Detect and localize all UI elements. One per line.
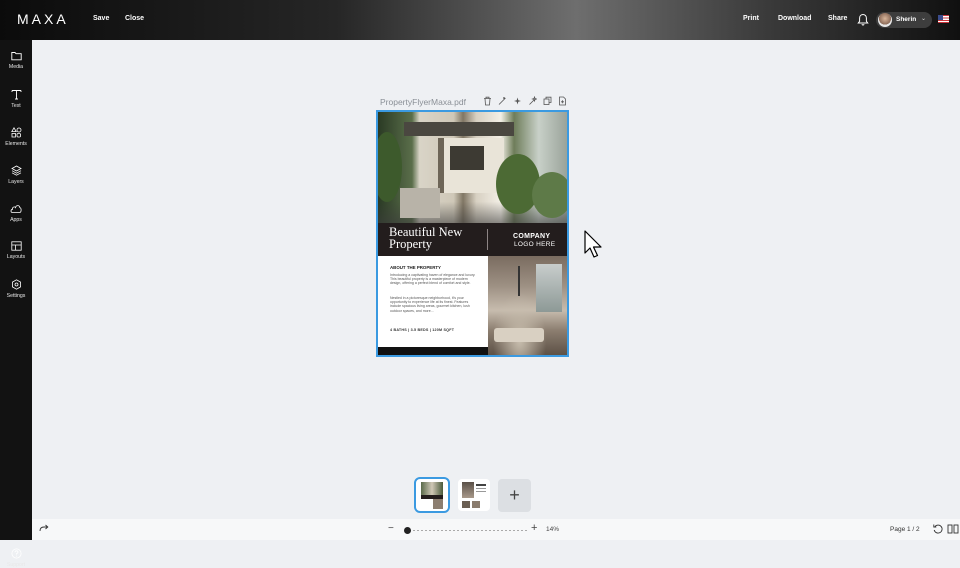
add-page-button[interactable]: + — [498, 479, 531, 512]
logo-placeholder[interactable]: LOGO HERE — [514, 241, 555, 248]
support-label: Support — [6, 562, 26, 568]
footer-bar — [378, 347, 488, 355]
us-flag-icon[interactable] — [938, 15, 949, 23]
tree — [532, 172, 567, 218]
tree — [378, 132, 402, 202]
save-button[interactable]: Save — [93, 15, 109, 22]
sidebar-item-media[interactable]: Media — [0, 51, 32, 85]
thumb-photo — [462, 501, 470, 508]
property-stats[interactable]: 4 BATHS | 3.5 BEDS | 120M SQFT — [390, 328, 486, 332]
sidebar-item-label: Elements — [5, 141, 27, 147]
shapes-icon — [10, 127, 21, 138]
thumb-text — [476, 484, 486, 486]
text-icon — [11, 90, 21, 100]
share-button[interactable]: Share — [828, 15, 847, 22]
house-photo[interactable] — [378, 112, 567, 224]
layouts-icon — [10, 241, 22, 251]
house-garage — [400, 188, 440, 218]
thumb-photo — [472, 501, 480, 508]
add-page-icon[interactable] — [558, 96, 567, 106]
chevron-down-icon: ⌄ — [921, 16, 927, 22]
duplicate-icon[interactable] — [543, 96, 552, 106]
sidebar-item-label: Layouts — [6, 254, 26, 260]
company-name[interactable]: COMPANY — [513, 233, 550, 240]
close-button[interactable]: Close — [125, 15, 144, 22]
about-heading[interactable]: ABOUT THE PROPERTY — [390, 265, 441, 270]
house-window — [450, 146, 484, 170]
page-thumbnail-2[interactable] — [458, 479, 490, 511]
help-icon — [11, 548, 21, 559]
interior-photo[interactable] — [488, 256, 567, 355]
zoom-out-button[interactable]: − — [388, 523, 394, 534]
app-logo[interactable]: MAXA — [17, 11, 69, 27]
thumb-text — [476, 488, 486, 489]
left-sidebar: Media Text Elements Layers Apps Layouts … — [0, 40, 32, 568]
sidebar-item-text[interactable]: Text — [0, 89, 32, 123]
about-section[interactable]: ABOUT THE PROPERTY Introducing a captiva… — [378, 256, 488, 347]
page-thumbnail-1[interactable] — [414, 477, 450, 513]
redo-icon[interactable] — [38, 523, 50, 535]
zoom-value: 14% — [546, 526, 560, 533]
zoom-in-button[interactable]: + — [531, 522, 537, 534]
sidebar-item-label: Media — [8, 64, 24, 70]
split-view-icon[interactable] — [947, 523, 959, 535]
title-banner[interactable]: Beautiful New Property COMPANY LOGO HERE — [378, 223, 567, 256]
sparkle-icon[interactable] — [513, 96, 522, 106]
magic-icon[interactable] — [498, 96, 507, 106]
download-button[interactable]: Download — [778, 15, 811, 22]
trash-icon[interactable] — [483, 96, 492, 106]
print-button[interactable]: Print — [743, 15, 759, 22]
bell-icon[interactable] — [857, 13, 869, 27]
thumb-text — [476, 491, 486, 492]
zoom-slider-handle[interactable] — [404, 527, 411, 534]
about-paragraph-1[interactable]: Introducing a captivating haven of elega… — [390, 273, 480, 286]
top-bar: MAXA Save Close Print Download Share She… — [0, 0, 960, 40]
room-window — [536, 264, 562, 312]
thumb-photo — [462, 482, 474, 498]
layers-icon — [10, 165, 22, 176]
room-sofa — [494, 328, 544, 342]
thumb-photo — [421, 482, 443, 495]
file-name[interactable]: PropertyFlyerMaxa.pdf — [380, 97, 466, 107]
sidebar-item-layouts[interactable]: Layouts — [0, 241, 32, 275]
user-menu[interactable]: Sherin ⌄ — [876, 12, 932, 28]
house-roof — [404, 122, 514, 136]
sidebar-item-layers[interactable]: Layers — [0, 165, 32, 199]
sidebar-item-settings[interactable]: Settings — [0, 279, 32, 313]
sidebar-item-apps[interactable]: Apps — [0, 203, 32, 237]
page-indicator: Page 1 / 2 — [890, 526, 920, 533]
sidebar-item-elements[interactable]: Elements — [0, 127, 32, 161]
about-paragraph-2[interactable]: Nestled in a picturesque neighborhood, i… — [390, 296, 480, 313]
avatar — [878, 13, 892, 27]
user-name: Sherin — [896, 16, 917, 23]
wand-icon[interactable] — [528, 96, 537, 106]
sidebar-item-label: Text — [11, 103, 21, 109]
zoom-slider-track[interactable] — [405, 530, 527, 531]
thumb-photo — [433, 499, 443, 509]
sidebar-item-label: Settings — [6, 293, 26, 299]
settings-icon — [11, 279, 21, 290]
mouse-cursor-icon — [584, 230, 602, 258]
reset-icon[interactable] — [932, 523, 944, 535]
support-button[interactable]: Support — [0, 548, 32, 568]
divider — [487, 229, 488, 250]
sidebar-item-label: Layers — [8, 179, 24, 185]
folder-icon — [10, 52, 22, 61]
flyer-title[interactable]: Beautiful New Property — [389, 226, 484, 251]
apps-icon — [10, 205, 22, 213]
page-toolbar — [483, 96, 567, 108]
sidebar-item-label: Apps — [10, 217, 22, 223]
flyer-page[interactable]: Beautiful New Property COMPANY LOGO HERE… — [376, 110, 569, 357]
room-lamp — [518, 266, 520, 296]
